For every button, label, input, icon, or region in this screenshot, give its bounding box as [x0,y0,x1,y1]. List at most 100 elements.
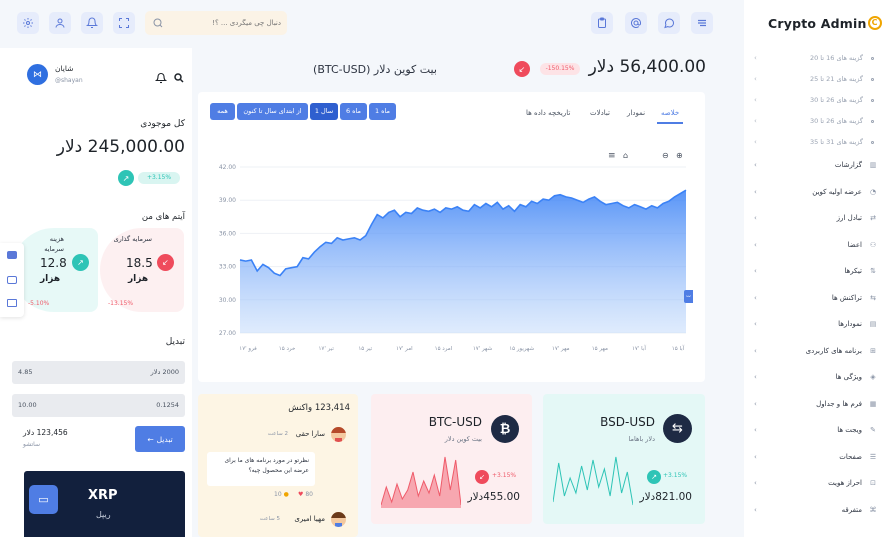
bsd-change: +3.15% [663,472,688,479]
sidebar-item-14[interactable]: ‹ متفرقه ⌘ [750,500,878,520]
camera-tool-icon[interactable] [7,251,17,259]
user1-name[interactable]: سارا حقی [290,430,325,438]
convert-button[interactable]: تبدیل ← [135,426,185,452]
sidebar-item-4[interactable]: ‹ اعضا ⚇ [750,235,878,255]
sidebar-item-8[interactable]: ‹ برنامه های کاربردی ⊞ [750,341,878,361]
bell-icon [86,17,98,28]
chevron-left-icon: ‹ [754,293,757,302]
range-6-months[interactable]: 6 ماه [340,103,367,120]
invest-unit: هزار [128,274,149,284]
sidebar-subitem-3[interactable]: ‹ گزینه های 26 تا 30 [750,90,878,110]
chevron-left-icon: ‹ [754,505,757,514]
bsd-up-icon: ↗ [647,470,661,484]
sidebar-item-11[interactable]: ‹ ویجت ها ✎ [750,420,878,440]
user-avatar[interactable]: ⋈ [27,64,48,85]
range-all[interactable]: همه [210,103,235,120]
chevron-left-icon: ‹ [754,75,757,83]
invest-down-icon: ↙ [157,254,174,271]
arrow-left-icon: ← [147,434,154,444]
chart-side-marker: ت [684,290,693,303]
chevron-left-icon: ‹ [754,373,757,381]
screen-tool-icon[interactable] [7,299,17,307]
sidebar-item-9[interactable]: ‹ ویژگی ها ◈ [750,367,878,387]
balance-value: 245,000.00 دلار [56,137,185,157]
brand-logo[interactable]: Crypto Admin C [768,14,882,32]
chevron-left-icon: ‹ [754,267,757,275]
price-area-chart[interactable]: 42.00 39.00 36.00 33.00 30.00 27.00 فرو '۱۷ خرد… [198,155,705,360]
bell-icon-small[interactable] [154,72,168,84]
range-1-year[interactable]: 1 سال [310,103,338,120]
profile-button[interactable] [49,12,71,34]
lock-icon: ⊡ [870,479,876,487]
bsd-name: دلار باهاما [628,435,655,443]
range-ytd[interactable]: از ابتدای سال تا کنون [237,103,308,120]
sidebar-subitem-2[interactable]: ‹ گزینه های 21 تا 25 [750,69,878,89]
x-tick-label: خرد ۱۵ [279,346,296,352]
bsd-logo-icon: ⇆ [663,414,692,443]
like-count[interactable]: ♥ 80 [298,491,313,498]
y-tick-label: 39.00 [219,197,236,204]
y-tick-label: 30.00 [219,297,236,304]
brand-name: Crypto Admin [768,15,867,31]
search-box[interactable] [145,11,287,35]
reply-count[interactable]: 10 ● [274,491,289,498]
sidebar-item-13[interactable]: ‹ احراز هویت ⊡ [750,473,878,493]
sidebar-item-2[interactable]: ‹ عرضه اولیه کوین ◔ [750,182,878,202]
search-icon [153,18,163,28]
sidebar-item-5[interactable]: ‹ تیکرها ⇅ [750,261,878,281]
x-tick-label: تیر '۱۷ [318,346,334,352]
chevron-left-icon: ‹ [754,96,757,104]
user2-avatar[interactable] [331,512,346,527]
sidebar-item-1[interactable]: ‹ گزارشات ▥ [750,155,878,175]
bullet-icon [871,119,874,123]
y-tick-label: 36.00 [219,230,236,237]
menu-toggle-button[interactable] [691,12,713,34]
clipboard-icon [598,17,606,28]
user1-avatar[interactable] [331,427,346,442]
sidebar-item-6[interactable]: ‹ تراکنش ها ⇆ [750,288,878,308]
image-tool-icon[interactable] [7,276,17,284]
tab-history[interactable]: تاریخچه داده ها [526,102,570,124]
sparkline-line [553,456,633,506]
search-icon-small[interactable] [173,72,185,84]
sidebar-subitem-4[interactable]: ‹ گزینه های 26 تا 30 [750,111,878,131]
tab-summary[interactable]: خلاصه [657,102,684,124]
chat-button[interactable] [658,12,680,34]
sidebar-item-7[interactable]: ‹ نمودارها ▤ [750,314,878,334]
sidebar-item-3[interactable]: ‹ تبادل ارز ⇄ [750,208,878,228]
x-tick-label: آبا ۱۵ [672,345,685,352]
btc-price: 455.00دلار [467,491,521,503]
chevron-left-icon: ‹ [754,117,757,125]
chat-bubble-icon [664,18,675,29]
btc-name: بیت کوین دلار [444,435,482,443]
x-tick-label: شهریور ۱۵ [509,346,534,352]
clipboard-button[interactable] [591,12,613,34]
sidebar-item-12[interactable]: ‹ صفحات ☰ [750,447,878,467]
range-1-month[interactable]: 1 ماه [369,103,396,120]
search-input[interactable] [167,14,281,32]
tab-chart[interactable]: نمودار [627,102,645,124]
fullscreen-button[interactable] [113,12,135,34]
tab-trades[interactable]: تبادلات [590,102,610,124]
cost-value: 12.8 [40,256,67,270]
chart-icon: ▤ [869,320,877,328]
transactions-icon: ⇆ [870,293,876,302]
notifications-button[interactable] [81,12,103,34]
settings-button[interactable] [17,12,39,34]
sidebar-item-10[interactable]: ‹ فرم ها و جداول ▦ [750,394,878,414]
convert-row-1[interactable]: 4.85 2000 دلار [12,361,185,384]
x-tick-label: مهر ۱۵ [592,346,608,352]
sidebar-subitem-1[interactable]: ‹ گزینه های 16 تا 20 [750,48,878,68]
bsd-price: 821.00دلار [639,491,693,503]
user2-name[interactable]: مهیا امیری [282,515,325,523]
convert-row-2[interactable]: 10.00 0.1254 [12,394,185,417]
users-icon: ⚇ [869,240,877,249]
cost-unit: هزار [40,274,61,284]
x-tick-label: تیر ۱۵ [358,346,372,352]
cost-label: هزینه سرمایه [44,235,64,253]
heart-icon: ♥ [298,491,304,498]
xrp-logo-icon: ▭ [29,485,58,514]
email-button[interactable] [625,12,647,34]
balance-label: کل موجودی [140,119,185,129]
sidebar-subitem-5[interactable]: ‹ گزینه های 31 تا 35 [750,132,878,152]
